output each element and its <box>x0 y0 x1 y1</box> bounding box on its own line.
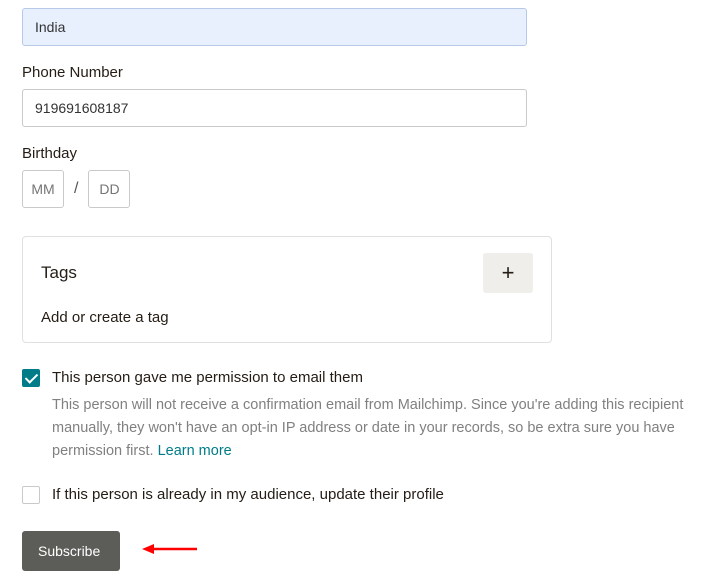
tags-subtitle: Add or create a tag <box>41 309 533 326</box>
add-tag-button[interactable]: + <box>483 253 533 293</box>
permission-label: This person gave me permission to email … <box>52 367 363 388</box>
tags-title: Tags <box>41 263 77 283</box>
permission-help-text: This person will not receive a confirmat… <box>52 394 704 464</box>
country-input[interactable] <box>22 8 527 46</box>
birthday-separator: / <box>74 180 78 198</box>
learn-more-link[interactable]: Learn more <box>158 443 232 459</box>
update-profile-label: If this person is already in my audience… <box>52 484 444 505</box>
arrow-annotation-icon <box>142 542 197 559</box>
phone-input[interactable] <box>22 89 527 127</box>
subscribe-button[interactable]: Subscribe <box>22 531 120 571</box>
birthday-label: Birthday <box>22 145 704 162</box>
birthday-month-input[interactable] <box>22 170 64 208</box>
update-profile-checkbox[interactable] <box>22 486 40 504</box>
tags-section: Tags + Add or create a tag <box>22 236 552 343</box>
permission-checkbox[interactable] <box>22 369 40 387</box>
phone-label: Phone Number <box>22 64 704 81</box>
plus-icon: + <box>502 260 515 286</box>
birthday-day-input[interactable] <box>88 170 130 208</box>
